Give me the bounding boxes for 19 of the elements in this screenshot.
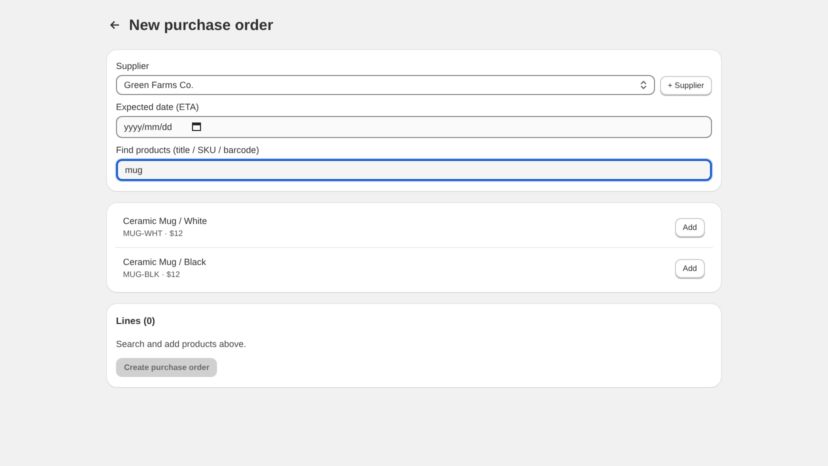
add-supplier-button[interactable]: + Supplier bbox=[660, 76, 712, 94]
field-label: Expected date (ETA) bbox=[116, 102, 200, 112]
supplier-select[interactable]: Green Farms Co. bbox=[116, 75, 655, 95]
product-title: Ceramic Mug / Black bbox=[123, 257, 206, 267]
product-title: Ceramic Mug / White bbox=[123, 216, 208, 226]
back-arrow-icon[interactable] bbox=[109, 19, 121, 31]
add-button[interactable]: Add bbox=[674, 258, 705, 278]
field-label: Find products (title / SKU / barcode) bbox=[116, 145, 260, 155]
product-meta: MUG-BLK · $12 bbox=[123, 270, 181, 279]
field-label: Supplier bbox=[116, 61, 150, 71]
empty-text: Search and add products above. bbox=[116, 339, 248, 349]
calendar-icon[interactable] bbox=[192, 122, 201, 131]
chevron-updown-icon bbox=[640, 80, 647, 90]
product-meta: MUG-WHT · $12 bbox=[123, 229, 184, 238]
add-button[interactable]: Add bbox=[674, 218, 705, 236]
search-field[interactable]: mug bbox=[116, 159, 712, 181]
section-title: Lines (0) bbox=[116, 316, 156, 327]
date-field[interactable]: yyyy/mm/dd bbox=[116, 116, 712, 138]
page-title: New purchase order bbox=[129, 16, 274, 34]
